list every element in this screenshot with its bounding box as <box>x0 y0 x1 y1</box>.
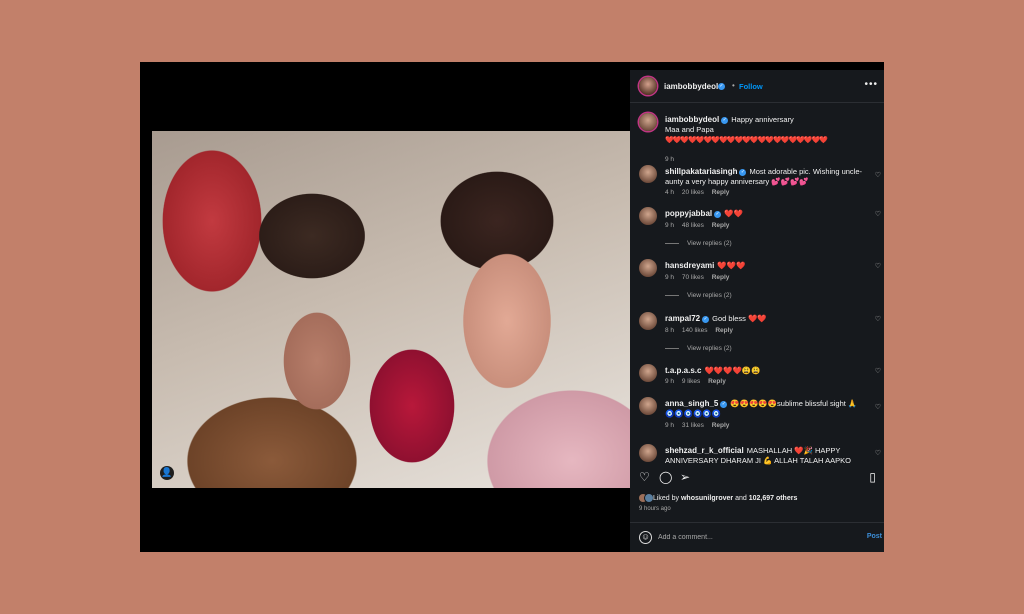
comment-avatar[interactable] <box>639 259 657 277</box>
comment-avatar[interactable] <box>639 444 657 462</box>
caption-username[interactable]: iambobbydeol <box>665 115 719 124</box>
comment-meta: 9 h 9 likes Reply <box>665 378 732 385</box>
comment-body: rampal72 ✓ God bless ❤️❤️ <box>665 314 865 324</box>
reply-button[interactable]: Reply <box>712 274 730 281</box>
share-icon[interactable]: ➢ <box>680 470 690 484</box>
comment-like-heart-icon[interactable]: ♡ <box>875 315 881 323</box>
separator-dot: • <box>732 81 735 90</box>
view-replies-button[interactable]: View replies (2) <box>665 240 732 247</box>
likes-middle: and <box>735 494 747 502</box>
post-comment-button[interactable]: Post <box>867 533 882 540</box>
comment-avatar[interactable] <box>639 397 657 415</box>
view-replies-button[interactable]: View replies (2) <box>665 292 732 299</box>
reply-button[interactable]: Reply <box>712 222 730 229</box>
post-header: iambobbydeol ✓ • Follow ••• <box>630 70 884 103</box>
tagged-user-icon[interactable]: 👤 <box>160 466 174 480</box>
comment-meta: 4 h 20 likes Reply <box>665 189 735 196</box>
comment-likes[interactable]: 20 likes <box>682 189 704 196</box>
comment-meta: 8 h 140 likes Reply <box>665 327 739 334</box>
comment-username[interactable]: hansdreyami <box>665 261 714 270</box>
comments-list[interactable]: iambobbydeol ✓ Happy anniversary Maa and P… <box>630 103 884 465</box>
comment-likes[interactable]: 70 likes <box>682 274 704 281</box>
liker-avatar <box>645 494 653 502</box>
verified-badge-icon: ✓ <box>718 83 725 90</box>
post-time: 9 hours ago <box>639 506 671 512</box>
comment-like-heart-icon[interactable]: ♡ <box>875 171 881 179</box>
comment-meta: 9 h 48 likes Reply <box>665 222 735 229</box>
verified-badge-icon: ✓ <box>714 210 722 218</box>
comment-text: ❤️❤️ <box>724 209 743 218</box>
bookmark-icon[interactable]: ▯ <box>869 470 876 484</box>
comment-likes[interactable]: 48 likes <box>682 222 704 229</box>
comment-username[interactable]: anna_singh_5 <box>665 399 718 408</box>
comment-likes[interactable]: 9 likes <box>682 378 700 385</box>
verified-badge-icon: ✓ <box>720 400 728 408</box>
likes-summary[interactable]: Liked by whosunilgrover and 102,697 othe… <box>639 494 797 502</box>
comment-body: anna_singh_5 ✓ 😍😍😍😍😍sublime blissful sight… <box>665 399 865 419</box>
comment-body: hansdreyami ❤️❤️❤️ <box>665 261 865 271</box>
add-comment-input[interactable] <box>658 530 838 544</box>
caption-line2: Maa and Papa <box>665 125 714 134</box>
view-replies-button[interactable]: View replies (2) <box>665 345 732 352</box>
comment-time: 9 h <box>665 378 675 385</box>
comment-time: 9 h <box>665 274 675 281</box>
post-actions-bar: ♡ ◯ ➢ ▯ <box>630 468 884 488</box>
comment-body: poppyjabbal ✓ ❤️❤️ <box>665 209 865 219</box>
comment-meta: 9 h 31 likes Reply <box>665 422 735 429</box>
comment-avatar[interactable] <box>639 364 657 382</box>
caption-text: Happy anniversary <box>731 115 794 124</box>
comment-username[interactable]: rampal72 <box>665 314 700 323</box>
comment-avatar[interactable] <box>639 165 657 183</box>
comment-text: God bless ❤️❤️ <box>712 314 767 323</box>
post-side-panel: iambobbydeol ✓ • Follow ••• iambobbydeol… <box>630 70 884 552</box>
comment-like-heart-icon[interactable]: ♡ <box>875 449 881 457</box>
comment-time: 4 h <box>665 189 675 196</box>
reply-button[interactable]: Reply <box>712 422 730 429</box>
caption-body: iambobbydeol ✓ Happy anniversary Maa and P… <box>665 115 865 146</box>
comment-time: 9 h <box>665 422 675 429</box>
likes-prefix: Liked by <box>652 494 680 502</box>
caption-time: 9 h <box>665 156 675 163</box>
comment-text: ❤️❤️❤️❤️😩😩 <box>704 366 761 375</box>
like-heart-icon[interactable]: ♡ <box>639 470 650 484</box>
comment-icon[interactable]: ◯ <box>659 470 672 484</box>
emoji-icon[interactable]: ☺ <box>639 531 652 544</box>
comment-text: ❤️❤️❤️ <box>717 261 746 270</box>
verified-badge-icon: ✓ <box>739 168 747 176</box>
comment-like-heart-icon[interactable]: ♡ <box>875 403 881 411</box>
comment-username[interactable]: shillpakatariasingh <box>665 167 737 176</box>
comment-like-heart-icon[interactable]: ♡ <box>875 262 881 270</box>
reply-button[interactable]: Reply <box>708 378 726 385</box>
comment-body: t.a.p.a.s.c ❤️❤️❤️❤️😩😩 <box>665 366 865 376</box>
follow-button[interactable]: Follow <box>739 82 763 91</box>
comment-likes[interactable]: 31 likes <box>682 422 704 429</box>
comment-like-heart-icon[interactable]: ♡ <box>875 367 881 375</box>
caption-avatar[interactable] <box>639 113 657 131</box>
comment-body: shehzad_r_k_official MASHALLAH ❤️🎉 HAPPY … <box>665 446 865 465</box>
reply-button[interactable]: Reply <box>712 189 730 196</box>
comment-time: 8 h <box>665 327 675 334</box>
comment-meta: 9 h 70 likes Reply <box>665 274 735 281</box>
comment-avatar[interactable] <box>639 312 657 330</box>
comment-time: 9 h <box>665 222 675 229</box>
comment-username[interactable]: poppyjabbal <box>665 209 712 218</box>
verified-badge-icon: ✓ <box>721 116 729 124</box>
post-photo[interactable]: 👤 <box>152 131 630 488</box>
author-username[interactable]: iambobbydeol <box>664 82 718 91</box>
likes-user[interactable]: whosunilgrover <box>681 495 733 502</box>
comment-body: shillpakatariasingh ✓ Most adorable pic. W… <box>665 167 865 187</box>
comment-username[interactable]: shehzad_r_k_official <box>665 446 744 455</box>
comment-username[interactable]: t.a.p.a.s.c <box>665 366 701 375</box>
comment-likes[interactable]: 140 likes <box>682 327 708 334</box>
verified-badge-icon: ✓ <box>702 315 710 323</box>
likes-count[interactable]: 102,697 others <box>749 495 798 502</box>
author-avatar[interactable] <box>639 77 657 95</box>
reply-button[interactable]: Reply <box>715 327 733 334</box>
add-comment-bar: ☺ Post <box>630 522 884 553</box>
comment-avatar[interactable] <box>639 207 657 225</box>
caption-hearts: ❤️❤️❤️❤️❤️❤️❤️❤️❤️❤️❤️❤️❤️❤️❤️❤️❤️❤️❤️❤️… <box>665 137 828 144</box>
caption-meta: 9 h <box>665 156 680 163</box>
more-options-icon[interactable]: ••• <box>864 79 878 90</box>
comment-like-heart-icon[interactable]: ♡ <box>875 210 881 218</box>
